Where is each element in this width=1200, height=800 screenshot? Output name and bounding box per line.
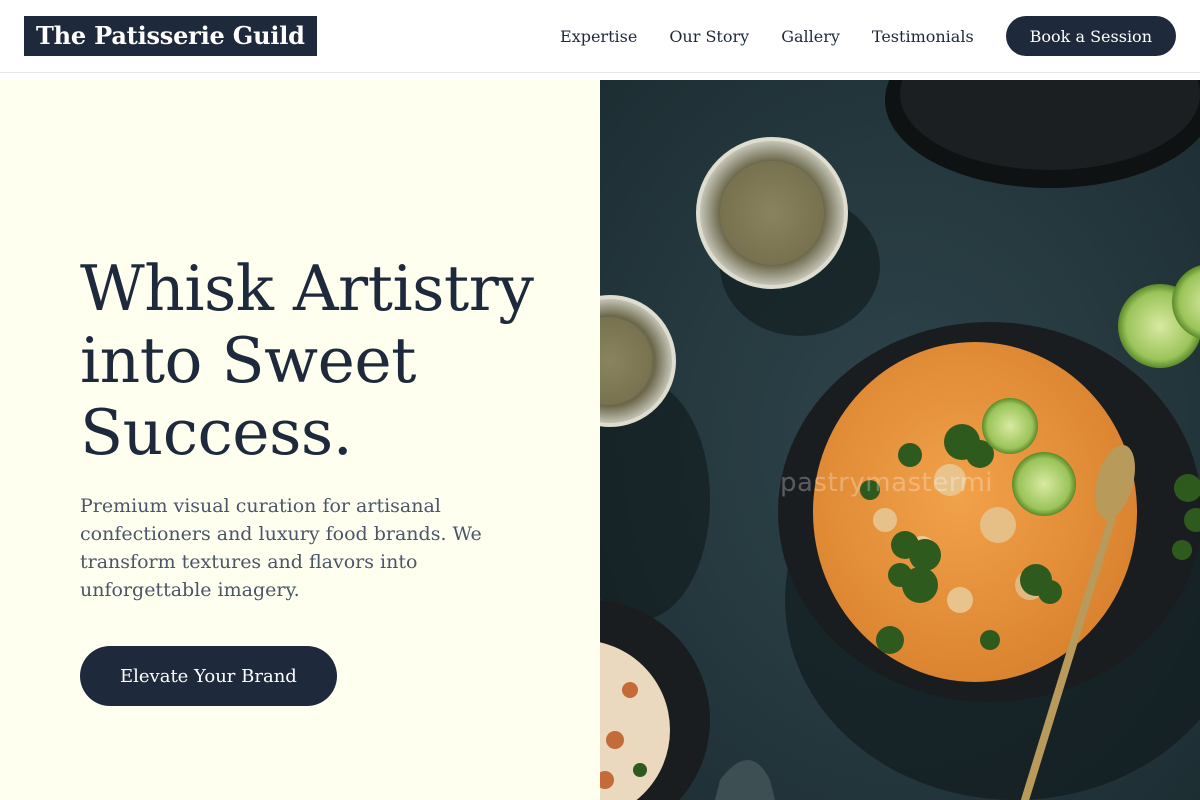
nav-link-expertise[interactable]: Expertise bbox=[560, 27, 637, 46]
hero-section: Whisk Artistry into Sweet Success. Premi… bbox=[0, 80, 600, 800]
nav-link-testimonials[interactable]: Testimonials bbox=[872, 27, 974, 46]
food-photo-illustration bbox=[600, 80, 1200, 800]
hero-description: Premium visual curation for artisanal co… bbox=[80, 495, 482, 601]
nav-link-gallery[interactable]: Gallery bbox=[781, 27, 840, 46]
nav-link-our-story[interactable]: Our Story bbox=[669, 27, 749, 46]
hero-food-image: pastrymastermi bbox=[600, 80, 1200, 800]
elevate-brand-button[interactable]: Elevate Your Brand bbox=[80, 646, 337, 706]
site-header: The Patisserie Guild Expertise Our Story… bbox=[0, 0, 1200, 73]
main-nav: Expertise Our Story Gallery Testimonials… bbox=[560, 16, 1176, 56]
image-watermark: pastrymastermi bbox=[780, 468, 994, 498]
hero-title: Whisk Artistry into Sweet Success. bbox=[80, 252, 534, 469]
site-logo[interactable]: The Patisserie Guild bbox=[24, 16, 317, 56]
book-session-button[interactable]: Book a Session bbox=[1005, 16, 1176, 56]
